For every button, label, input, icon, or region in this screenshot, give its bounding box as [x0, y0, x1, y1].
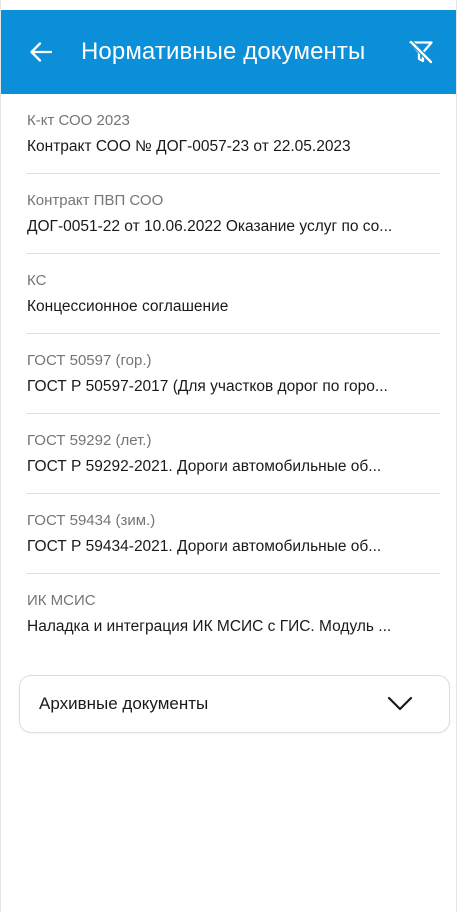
document-description: Наладка и интеграция ИК МСИС с ГИС. Моду…	[27, 618, 392, 635]
app-bar: Нормативные документы	[1, 10, 456, 94]
document-code: КС	[27, 272, 47, 289]
list-item[interactable]: ГОСТ 59434 (зим.) ГОСТ Р 59434-2021. Дор…	[27, 494, 440, 574]
document-description: ГОСТ Р 50597-2017 (Для участков дорог по…	[27, 378, 388, 395]
back-button[interactable]	[27, 38, 55, 66]
page-title: Нормативные документы	[81, 38, 366, 65]
document-code: ГОСТ 59292 (лет.)	[27, 432, 152, 449]
archive-documents-label: Архивные документы	[39, 694, 209, 713]
document-description: ДОГ-0051-22 от 10.06.2022 Оказание услуг…	[27, 218, 393, 235]
filter-off-button[interactable]	[406, 37, 436, 67]
screen: Нормативные документы К-кт СОО 2023 Конт…	[0, 0, 457, 912]
document-description: ГОСТ Р 59434-2021. Дороги автомобильные …	[27, 538, 382, 555]
document-code: ИК МСИС	[27, 592, 96, 609]
document-description: Контракт СОО № ДОГ-0057-23 от 22.05.2023	[27, 138, 351, 155]
list-item[interactable]: ИК МСИС Наладка и интеграция ИК МСИС с Г…	[27, 574, 440, 653]
list-item[interactable]: К-кт СОО 2023 Контракт СОО № ДОГ-0057-23…	[27, 94, 440, 174]
list-item[interactable]: ГОСТ 59292 (лет.) ГОСТ Р 59292-2021. Дор…	[27, 414, 440, 494]
document-description: ГОСТ Р 59292-2021. Дороги автомобильные …	[27, 458, 382, 475]
status-bar-area	[1, 0, 456, 10]
document-code: Контракт ПВП СОО	[27, 192, 164, 209]
list-item[interactable]: КС Концессионное соглашение	[27, 254, 440, 334]
document-list: К-кт СОО 2023 Контракт СОО № ДОГ-0057-23…	[1, 94, 456, 653]
document-description: Концессионное соглашение	[27, 298, 229, 315]
document-code: ГОСТ 50597 (гор.)	[27, 352, 152, 369]
document-code: ГОСТ 59434 (зим.)	[27, 512, 156, 529]
list-item[interactable]: ГОСТ 50597 (гор.) ГОСТ Р 50597-2017 (Для…	[27, 334, 440, 414]
filter-off-icon	[409, 40, 433, 64]
arrow-left-icon	[30, 42, 52, 62]
archive-documents-dropdown[interactable]: Архивные документы	[19, 675, 450, 733]
document-code: К-кт СОО 2023	[27, 112, 130, 129]
list-item[interactable]: Контракт ПВП СОО ДОГ-0051-22 от 10.06.20…	[27, 174, 440, 254]
chevron-down-icon	[387, 696, 413, 712]
